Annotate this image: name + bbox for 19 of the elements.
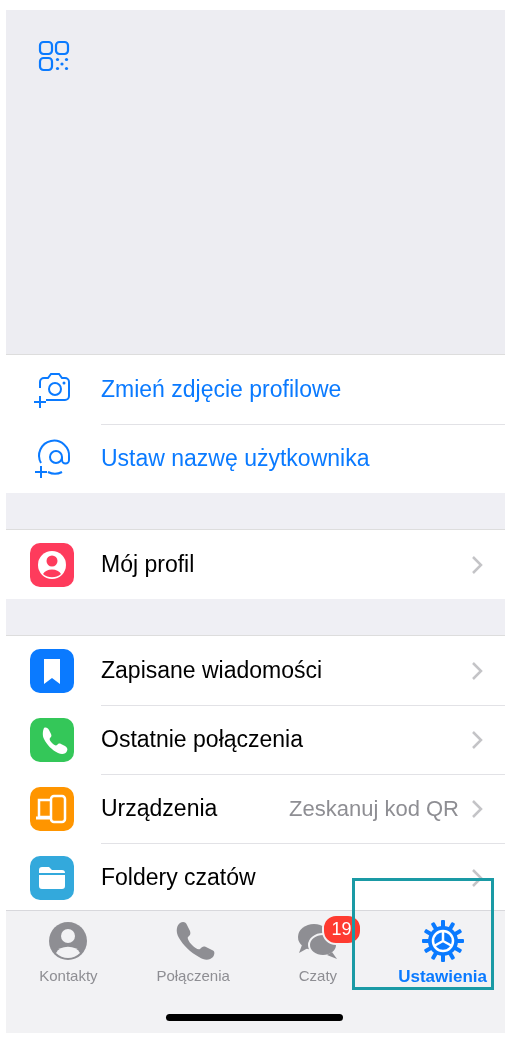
tab-button[interactable]: Czaty 19	[255, 911, 381, 991]
chevron-icon	[471, 554, 483, 575]
action-row[interactable]: Zmień zdjęcie profilowe	[6, 355, 505, 424]
gear-icon	[420, 919, 465, 963]
chevron-icon	[471, 660, 483, 681]
action-row[interactable]: Ustaw nazwę użytkownika	[6, 424, 505, 493]
qr-code-icon	[38, 40, 70, 72]
menu-row[interactable]: Zapisane wiadomości	[6, 636, 505, 705]
menu-row[interactable]: Mój profil	[6, 530, 505, 599]
menu-row[interactable]: Ostatnie połączenia	[6, 705, 505, 774]
menu-row[interactable]: Urządzenia Zeskanuj kod QR	[6, 774, 505, 843]
tab-button[interactable]: Połączenia	[130, 911, 256, 991]
chevron-icon	[471, 729, 483, 750]
value-text: Zeskanuj kod QR	[289, 795, 459, 822]
chevron-icon	[471, 798, 483, 819]
menu-row[interactable]: Foldery czatów	[6, 843, 505, 912]
tab-button[interactable]: Ustawienia	[380, 911, 505, 991]
tab-button[interactable]: Kontakty	[6, 911, 131, 991]
chevron-icon	[471, 867, 483, 888]
